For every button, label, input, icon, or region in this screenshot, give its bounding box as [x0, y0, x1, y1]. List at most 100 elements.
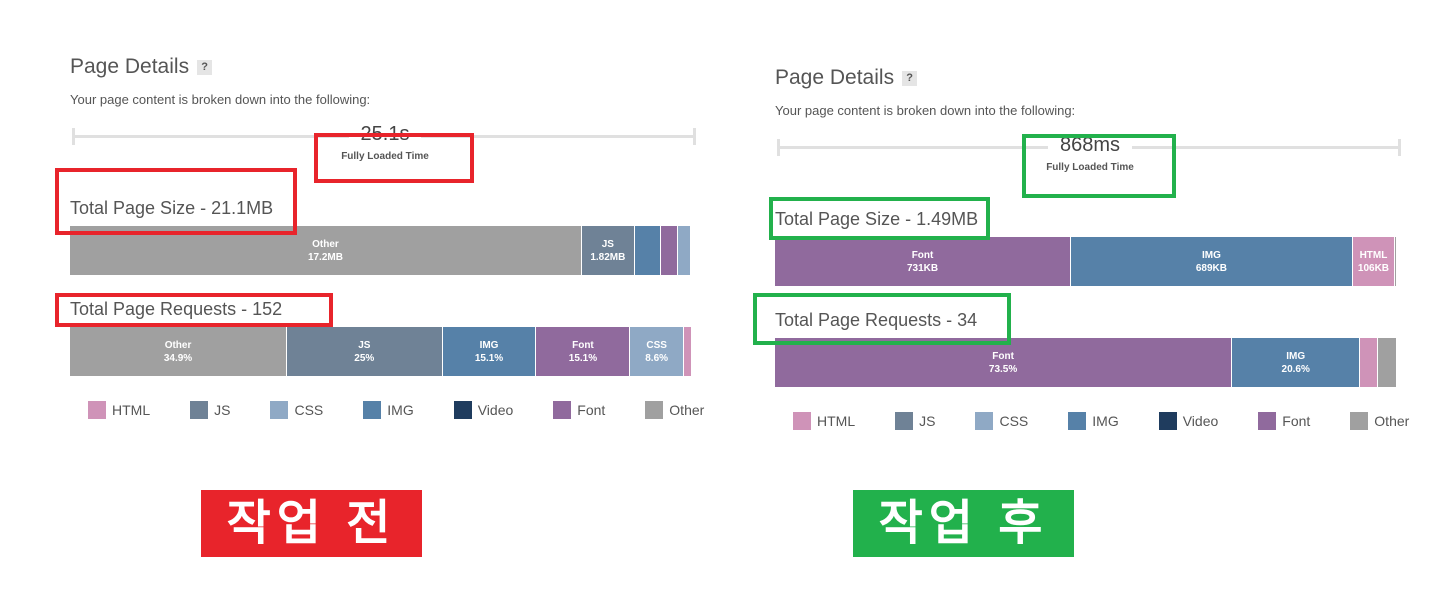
- page-size-bar: Font 731KB IMG 689KB HTML 106KB: [775, 237, 1397, 286]
- legend-label: CSS: [294, 402, 324, 418]
- segment-label: Other: [164, 339, 192, 351]
- legend: HTML JS CSS IMG Video Font Other: [88, 401, 744, 419]
- size-segment-img[interactable]: IMG 689KB: [1071, 237, 1353, 286]
- after-badge: 작업 후: [853, 490, 1074, 557]
- legend-label: HTML: [112, 402, 151, 418]
- legend-swatch: [363, 401, 382, 419]
- segment-label: IMG: [479, 339, 499, 351]
- req-segment-img[interactable]: IMG 15.1%: [442, 327, 537, 376]
- segment-value: 34.9%: [163, 352, 193, 364]
- req-segment-font[interactable]: Font 73.5%: [775, 338, 1233, 387]
- segment-value: 17.2MB: [307, 251, 343, 263]
- segment-label: IMG: [1202, 249, 1221, 261]
- legend-swatch: [553, 401, 572, 419]
- size-segment-other[interactable]: [1395, 237, 1397, 286]
- legend-label: IMG: [1092, 413, 1119, 429]
- highlight-load-time-after: [1022, 134, 1176, 198]
- legend-label: Other: [669, 402, 705, 418]
- legend-swatch: [453, 401, 472, 419]
- size-segment-font[interactable]: [661, 226, 678, 275]
- legend-label: Font: [577, 402, 606, 418]
- legend-swatch: [975, 412, 994, 430]
- segment-value: 20.6%: [1281, 363, 1310, 375]
- segment-label: Font: [911, 249, 934, 261]
- legend-label: JS: [214, 402, 231, 418]
- segment-value: 1.82MB: [590, 251, 626, 263]
- legend-item-video: Video: [453, 401, 513, 419]
- legend-item-js: JS: [895, 412, 935, 430]
- legend-label: Other: [1374, 413, 1410, 429]
- before-badge: 작업 전: [201, 490, 422, 557]
- legend-swatch: [1158, 412, 1177, 430]
- req-segment-img[interactable]: IMG 20.6%: [1232, 338, 1361, 387]
- legend-swatch: [1350, 412, 1369, 430]
- legend-item-img: IMG: [1068, 412, 1119, 430]
- legend-item-html: HTML: [793, 412, 855, 430]
- page-title-text: Page Details: [70, 55, 190, 78]
- legend-swatch: [88, 401, 106, 419]
- req-segment-html[interactable]: [683, 327, 692, 376]
- segment-value: 8.6%: [645, 352, 669, 364]
- size-segment-font[interactable]: Font 731KB: [775, 237, 1072, 286]
- segment-label: JS: [601, 238, 614, 250]
- legend-label: Video: [1182, 413, 1219, 429]
- page-subtitle: Your page content is broken down into th…: [70, 92, 371, 107]
- page-requests-bar: Other 34.9% JS 25% IMG 15.1% Font 15.1% CSS 8.6%: [70, 327, 692, 376]
- size-segment-css[interactable]: [677, 226, 691, 275]
- legend-swatch: [270, 401, 289, 419]
- segment-value: 689KB: [1195, 262, 1228, 274]
- help-icon[interactable]: ?: [197, 60, 213, 75]
- legend-label: Font: [1282, 413, 1311, 429]
- legend-label: HTML: [817, 413, 856, 429]
- legend-item-img: IMG: [363, 401, 414, 419]
- segment-value: 15.1%: [568, 352, 598, 364]
- segment-label: IMG: [1286, 350, 1306, 362]
- legend-swatch: [190, 401, 209, 419]
- highlight-requests-before: [55, 293, 333, 327]
- legend-label: JS: [919, 413, 936, 429]
- legend-label: CSS: [999, 413, 1029, 429]
- legend-swatch: [1258, 412, 1277, 430]
- legend: HTML JS CSS IMG Video Font Other: [793, 412, 1430, 430]
- size-segment-html[interactable]: HTML 106KB: [1352, 237, 1396, 286]
- legend-item-other: Other: [1350, 412, 1409, 430]
- legend-item-css: CSS: [975, 412, 1028, 430]
- segment-value: 25%: [354, 352, 375, 364]
- page-requests-bar: Font 73.5% IMG 20.6%: [775, 338, 1397, 387]
- segment-label: Font: [992, 350, 1014, 362]
- segment-value: 731KB: [906, 262, 939, 274]
- legend-item-css: CSS: [270, 401, 323, 419]
- req-segment-js[interactable]: JS 25%: [287, 327, 443, 376]
- req-segment-css[interactable]: CSS 8.6%: [630, 327, 684, 376]
- segment-label: JS: [358, 339, 371, 351]
- size-segment-js[interactable]: JS 1.82MB: [581, 226, 635, 275]
- legend-item-video: Video: [1158, 412, 1219, 430]
- segment-label: Font: [572, 339, 594, 351]
- legend-label: IMG: [387, 402, 414, 418]
- legend-swatch: [645, 401, 664, 419]
- req-segment-other[interactable]: Other 34.9%: [70, 327, 288, 376]
- page-title: Page Details?: [775, 66, 918, 90]
- highlight-page-size-after: [769, 197, 990, 240]
- segment-value: 106KB: [1357, 262, 1390, 274]
- size-segment-img[interactable]: [634, 226, 662, 275]
- highlight-page-size-before: [55, 168, 297, 235]
- legend-item-font: Font: [553, 401, 605, 419]
- highlight-requests-after: [753, 293, 1011, 345]
- legend-swatch: [1068, 412, 1087, 430]
- req-segment-html[interactable]: [1360, 338, 1379, 387]
- segment-value: 73.5%: [988, 363, 1018, 375]
- page-title-text: Page Details: [775, 66, 895, 89]
- page-title: Page Details?: [70, 55, 213, 79]
- size-segment-html[interactable]: [690, 226, 692, 275]
- highlight-load-time-before: [314, 133, 474, 183]
- legend-swatch: [793, 412, 811, 430]
- legend-item-font: Font: [1258, 412, 1310, 430]
- legend-item-js: JS: [190, 401, 230, 419]
- req-segment-other[interactable]: [1378, 338, 1397, 387]
- req-segment-font[interactable]: Font 15.1%: [536, 327, 631, 376]
- segment-value: 15.1%: [474, 352, 504, 364]
- legend-item-html: HTML: [88, 401, 150, 419]
- segment-label: Other: [312, 238, 339, 250]
- help-icon[interactable]: ?: [902, 71, 918, 86]
